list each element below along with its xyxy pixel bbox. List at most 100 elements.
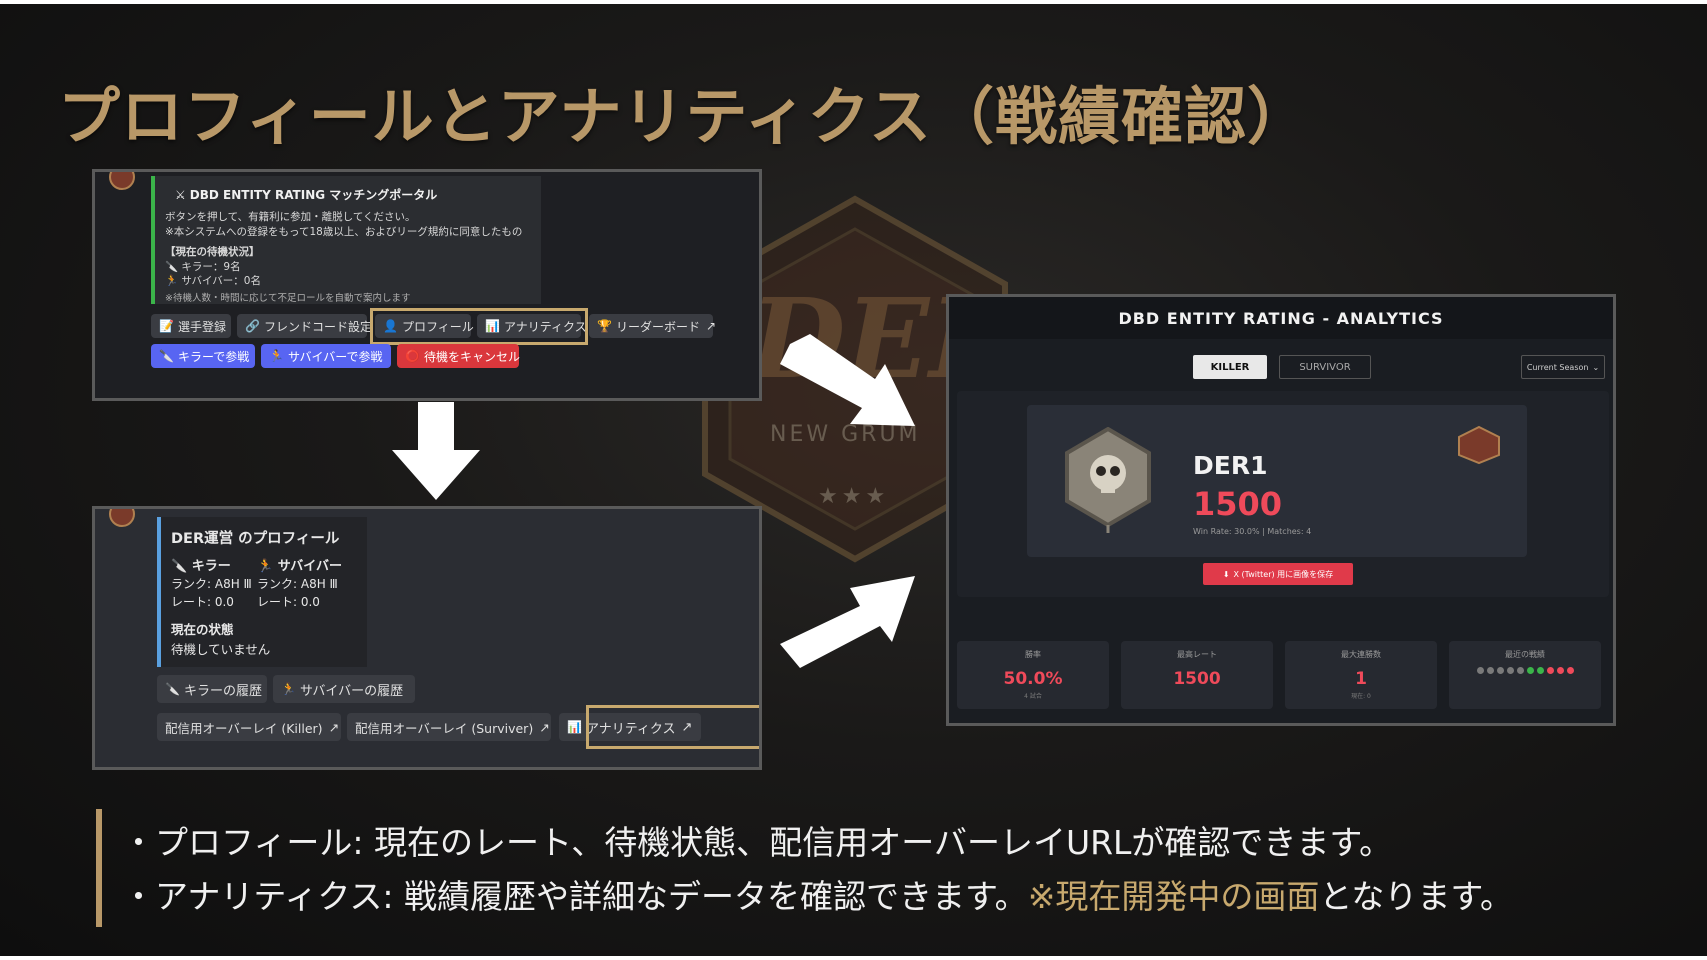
knife-icon: 🔪 — [171, 559, 188, 574]
killer-icon: 🔪 — [165, 261, 179, 273]
overlay-survivor-button[interactable]: 配信用オーバーレイ (Surviver) ↗ — [347, 713, 551, 741]
recent-result-dot — [1546, 667, 1554, 674]
portal-killer-count-text: キラー：9名 — [181, 261, 241, 273]
portal-note: ※待機人数・時間に応じて不足ロールを自動で案内します — [165, 293, 411, 304]
recent-result-dot — [1486, 667, 1494, 674]
profile-killer-label-text: キラー — [191, 559, 231, 574]
trophy-icon: 🏆 — [597, 319, 612, 333]
stat-peak-rate: 最高レート 1500 — [1121, 641, 1273, 709]
profile-embed: DER運営 のプロフィール 🔪 キラー 🏃 サバイバー ランク: A8H Ⅲ ラ… — [157, 517, 367, 667]
leaderboard-label: リーダーボード — [615, 319, 700, 334]
season-select[interactable]: Current Season ⌄ — [1521, 355, 1605, 379]
join-survivor-label: サバイバーで参戦 — [287, 349, 383, 364]
knife-icon: 🔪 — [165, 682, 180, 696]
portal-header-text: DBD ENTITY RATING マッチングポータル — [189, 188, 438, 202]
tab-killer[interactable]: KILLER — [1193, 355, 1267, 379]
register-label: 選手登録 — [177, 319, 226, 334]
arrow-right-up-icon — [780, 576, 915, 668]
arrow-down-icon — [392, 402, 480, 500]
profile-screenshot: DER運営 のプロフィール 🔪 キラー 🏃 サバイバー ランク: A8H Ⅲ ラ… — [92, 506, 762, 770]
stat-value: 1500 — [1173, 669, 1221, 689]
bot-avatar — [109, 172, 135, 190]
bullet-analytics-highlight: ※現在開発中の画面 — [1027, 877, 1320, 916]
stat-recent-results: 最近の戦績 — [1449, 641, 1601, 709]
external-link-icon: ↗ — [539, 719, 550, 735]
bullet-analytics: ・アナリティクス: 戦績履歴や詳細なデータを確認できます。※現在開発中の画面とな… — [122, 870, 1513, 918]
recent-result-dot — [1556, 667, 1564, 674]
highlight-box — [586, 705, 759, 749]
recent-result-dot — [1536, 667, 1544, 674]
recent-result-dot — [1516, 667, 1524, 674]
share-image-label: X (Twitter) 用に画像を保存 — [1233, 569, 1334, 579]
runner-icon: 🏃 — [257, 559, 274, 574]
register-button[interactable]: 📝 選手登録 — [151, 314, 231, 338]
player-rating: 1500 — [1193, 485, 1283, 523]
overlay-killer-button[interactable]: 配信用オーバーレイ (Killer) ↗ — [157, 713, 341, 741]
stat-win-streak: 最大連勝数 1 現在: 0 — [1285, 641, 1437, 709]
stat-value: 50.0% — [1003, 669, 1063, 689]
killer-icon: 🔪 — [159, 349, 174, 363]
bullet-analytics-text: ・アナリティクス: 戦績履歴や詳細なデータを確認できます。 — [122, 877, 1028, 916]
register-icon: 📝 — [159, 319, 174, 333]
stat-label: 勝率 — [1025, 650, 1041, 659]
profile-survivor-label: 🏃 サバイバー — [257, 555, 342, 574]
link-icon: 🔗 — [245, 319, 260, 333]
emblem-stars: ★★★ — [818, 484, 890, 509]
slide: プロフィールとアナリティクス（戦績確認） DER NEW GRUM ★★★ ⚔ D… — [0, 4, 1707, 956]
portal-survivor-count: 🏃 サバイバー：0名 — [165, 273, 261, 288]
portal-embed: ⚔ DBD ENTITY RATING マッチングポータル ボタンを押して、有籍利… — [151, 176, 541, 304]
bullet-accent-bar — [96, 809, 102, 927]
bot-avatar — [109, 509, 135, 527]
killer-history-button[interactable]: 🔪 キラーの履歴 — [157, 675, 267, 703]
cancel-wait-label: 待機をキャンセル — [423, 349, 520, 364]
recent-result-dot — [1566, 667, 1574, 674]
portal-screenshot: ⚔ DBD ENTITY RATING マッチングポータル ボタンを押して、有籍利… — [92, 169, 762, 401]
der-logo-icon — [1458, 425, 1500, 465]
analytics-header: DBD ENTITY RATING - ANALYTICS — [949, 297, 1613, 339]
analytics-screenshot: DBD ENTITY RATING - ANALYTICS KILLER SUR… — [946, 294, 1616, 726]
leaderboard-button[interactable]: 🏆 リーダーボード ↗ — [589, 314, 717, 338]
tab-survivor[interactable]: SURVIVOR — [1279, 355, 1371, 379]
survivor-icon: 🏃 — [165, 275, 179, 287]
cancel-wait-button[interactable]: ⭕ 待機をキャンセル — [397, 344, 520, 368]
stat-label: 最近の戦績 — [1505, 650, 1545, 659]
overlay-killer-label: 配信用オーバーレイ (Killer) — [165, 720, 323, 736]
player-card-wrap: DER1 1500 Win Rate: 30.0% | Matches: 4 ⬇… — [957, 391, 1609, 597]
player-summary: Win Rate: 30.0% | Matches: 4 — [1193, 527, 1312, 536]
profile-killer-label: 🔪 キラー — [171, 555, 231, 574]
killer-history-label: キラーの履歴 — [183, 683, 262, 699]
join-killer-button[interactable]: 🔪 キラーで参戦 — [151, 344, 255, 368]
cancel-icon: ⭕ — [405, 349, 420, 363]
friend-code-button[interactable]: 🔗 フレンドコード設定 — [237, 314, 372, 338]
join-survivor-button[interactable]: 🏃 サバイバーで参戦 — [261, 344, 391, 368]
highlight-box — [370, 308, 588, 345]
share-image-button[interactable]: ⬇ X (Twitter) 用に画像を保存 — [1203, 563, 1353, 585]
friend-code-label: フレンドコード設定 — [263, 319, 372, 334]
portal-icon: ⚔ — [175, 188, 186, 202]
bullet-profile: ・プロフィール: 現在のレート、待機状態、配信用オーバーレイURLが確認できます… — [122, 823, 1393, 862]
chevron-down-icon: ⌄ — [1592, 362, 1600, 372]
portal-status-heading: 【現在の待機状況】 — [165, 246, 260, 258]
bullet-analytics-suffix: となります。 — [1319, 877, 1514, 916]
slide-title: プロフィールとアナリティクス（戦績確認） — [58, 80, 1310, 153]
arrow-right-down-icon — [780, 334, 915, 426]
recent-result-dot — [1496, 667, 1504, 674]
portal-line1: ボタンを押して、有籍利に参加・離脱してください。 — [165, 211, 416, 223]
stat-win-rate: 勝率 50.0% 4 試合 — [957, 641, 1109, 709]
player-card: DER1 1500 Win Rate: 30.0% | Matches: 4 — [1027, 405, 1527, 557]
stat-label: 最大連勝数 — [1341, 650, 1381, 659]
download-icon: ⬇ — [1222, 569, 1230, 579]
overlay-survivor-label: 配信用オーバーレイ (Surviver) — [355, 720, 534, 736]
external-link-icon: ↗ — [705, 319, 717, 333]
portal-killer-count: 🔪 キラー：9名 — [165, 259, 241, 274]
profile-status-heading: 現在の状態 — [171, 622, 234, 637]
survivor-icon: 🏃 — [269, 349, 284, 363]
recent-result-dot — [1506, 667, 1514, 674]
runner-icon: 🏃 — [281, 682, 296, 696]
join-killer-label: キラーで参戦 — [177, 349, 250, 364]
profile-survivor-label-text: サバイバー — [277, 559, 342, 574]
survivor-history-button[interactable]: 🏃 サバイバーの履歴 — [273, 675, 415, 703]
player-name: DER1 — [1193, 451, 1268, 480]
profile-killer-rate: レート: 0.0 — [171, 595, 234, 609]
stat-label: 最高レート — [1177, 650, 1217, 659]
